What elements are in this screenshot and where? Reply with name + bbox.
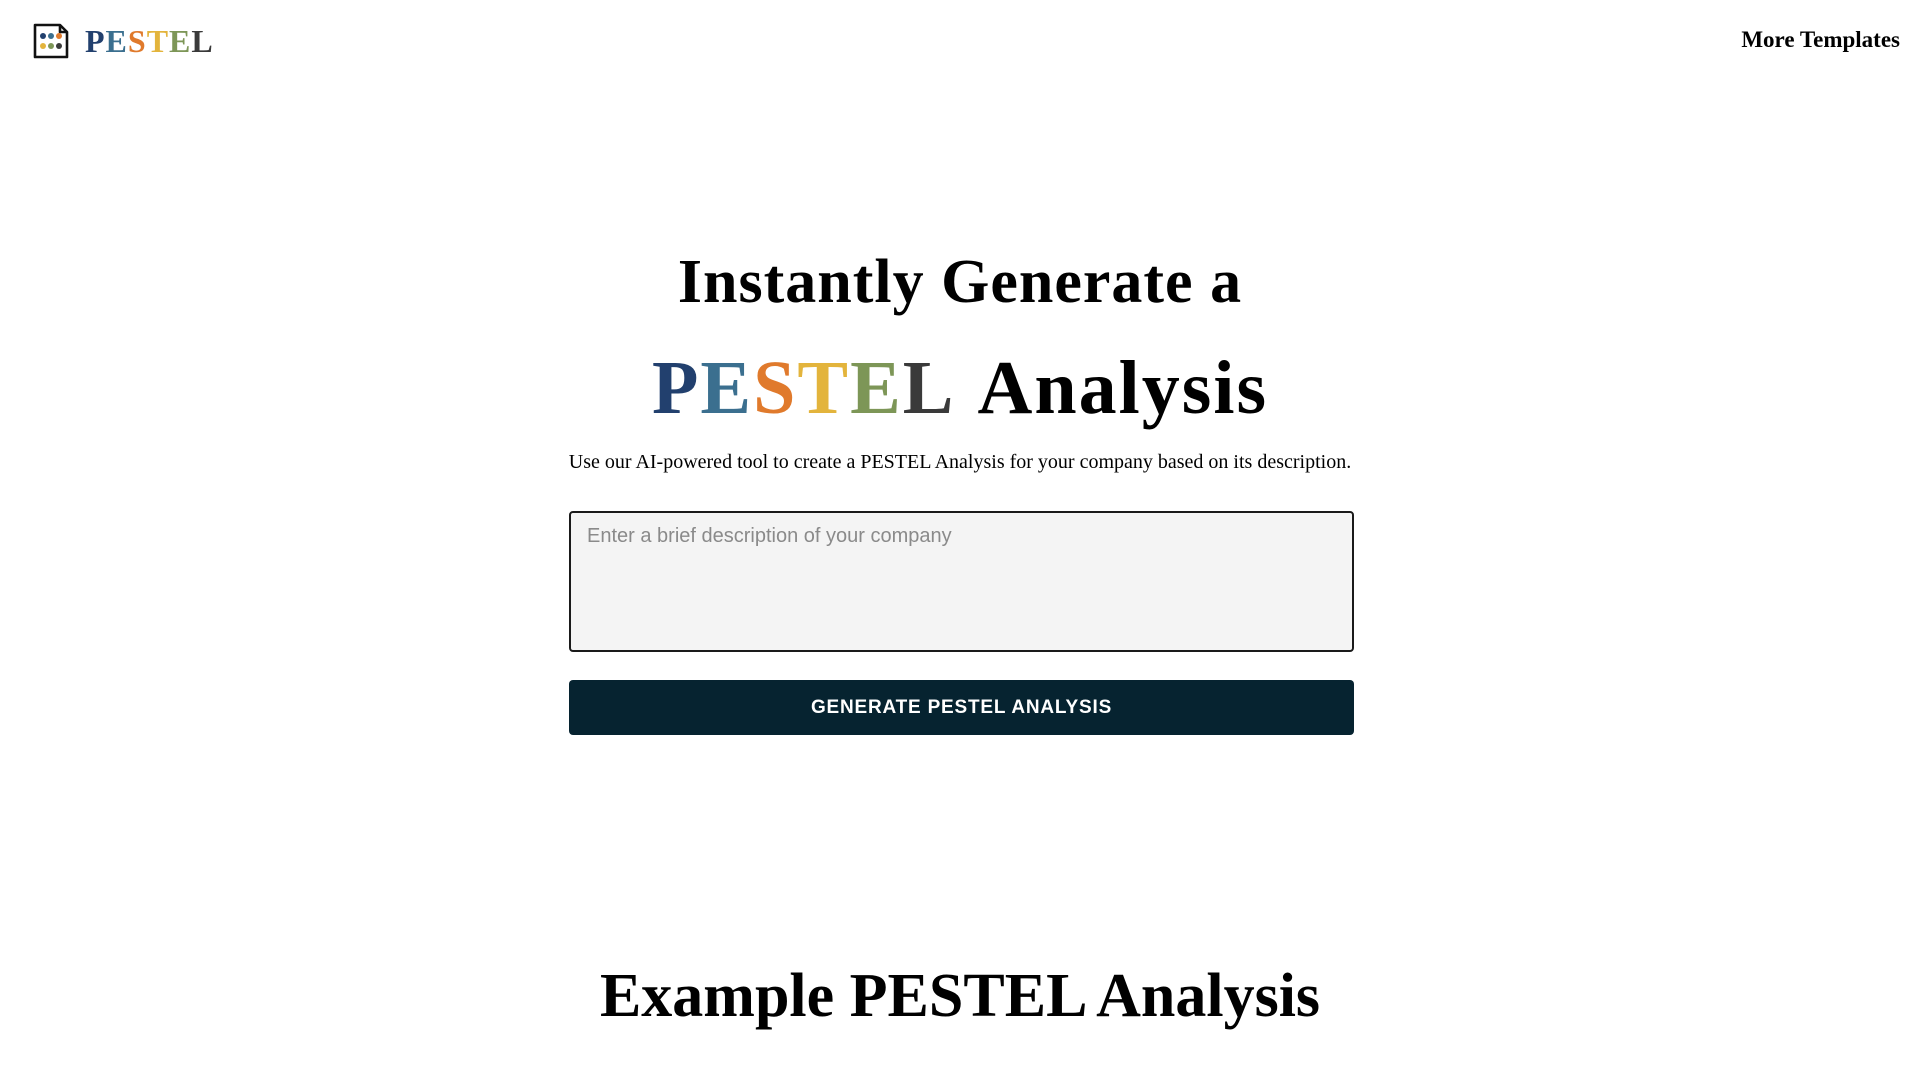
more-templates-link[interactable]: More Templates bbox=[1741, 27, 1900, 53]
brand-letter: E bbox=[105, 23, 128, 59]
brand-letter: S bbox=[127, 23, 147, 59]
hero-title-line1: Instantly Generate a bbox=[677, 248, 1243, 316]
hero-title-suffix: Analysis bbox=[977, 346, 1269, 430]
hero-subtitle: Use our AI-powered tool to create a PEST… bbox=[568, 451, 1352, 473]
hero-pestel-letter: L bbox=[902, 346, 956, 430]
hero-pestel-letter: E bbox=[700, 346, 754, 430]
hero-pestel-letter: T bbox=[797, 346, 851, 430]
company-description-input[interactable] bbox=[569, 511, 1354, 652]
example-section-heading: Example PESTEL Analysis bbox=[599, 962, 1321, 1030]
top-header: PESTEL More Templates bbox=[0, 0, 1920, 86]
hero-pestel-word: PESTEL bbox=[652, 346, 956, 430]
brand-letter: P bbox=[85, 23, 106, 59]
hero-pestel-letter: S bbox=[753, 346, 798, 430]
brand-letter: L bbox=[191, 23, 214, 59]
brand-wordmark: PESTEL bbox=[85, 22, 214, 60]
brand-letter: E bbox=[169, 23, 192, 59]
hero-pestel-letter: E bbox=[850, 346, 903, 430]
hero-title-line2: PESTEL Analysis bbox=[0, 343, 1920, 433]
grid-dots-icon bbox=[33, 23, 69, 59]
generate-pestel-button[interactable]: GENERATE PESTEL ANALYSIS bbox=[569, 680, 1354, 735]
hero-pestel-letter: P bbox=[651, 346, 701, 430]
brand-logo-link[interactable]: PESTEL bbox=[32, 22, 214, 60]
brand-letter: T bbox=[146, 23, 170, 59]
